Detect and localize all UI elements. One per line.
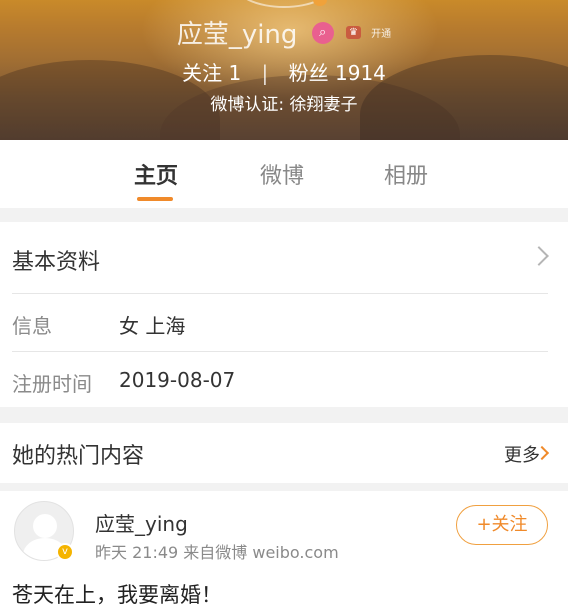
- registration-label: 注册时间: [12, 372, 92, 396]
- info-row-registration: 注册时间 2019-08-07: [0, 352, 568, 410]
- tab-weibo[interactable]: 微博: [256, 158, 308, 190]
- followers-label: 粉丝: [288, 61, 329, 85]
- profile-banner: 应莹_ying ⌕ ♛ 开通 关注 1 | 粉丝 1914 微博认证: 徐翔妻子: [0, 0, 568, 140]
- tab-album[interactable]: 相册: [380, 158, 432, 190]
- chevron-right-icon: [529, 246, 549, 266]
- profile-name: 应莹_ying: [176, 20, 298, 50]
- section-separator: [0, 407, 568, 423]
- hot-content-title: 她的热门内容: [12, 444, 145, 469]
- profile-tabs: 主页 微博 相册: [0, 140, 568, 208]
- profile-stats: 关注 1 | 粉丝 1914: [0, 57, 568, 86]
- hot-content-header: 她的热门内容 更多: [0, 423, 568, 483]
- search-icon[interactable]: ⌕: [311, 21, 334, 44]
- info-label: 信息: [12, 314, 52, 338]
- followers-count: 1914: [335, 61, 386, 85]
- vip-badge-icon[interactable]: ♛: [345, 26, 361, 39]
- verified-badge-icon: v: [56, 543, 74, 561]
- section-separator: [0, 483, 568, 491]
- basic-info-title: 基本资料: [12, 250, 101, 275]
- avatar-placeholder-head: [33, 514, 57, 538]
- info-row-gender-location: 信息 女 上海: [0, 294, 568, 352]
- follow-button[interactable]: +关注: [456, 505, 548, 545]
- post-meta: 昨天 21:49 来自微博 weibo.com: [95, 543, 339, 562]
- profile-name-row: 应莹_ying ⌕ ♛ 开通: [0, 14, 568, 51]
- more-link[interactable]: 更多: [504, 441, 540, 467]
- following-link[interactable]: 关注 1: [182, 61, 247, 85]
- active-tab-indicator: [137, 197, 173, 201]
- tab-home[interactable]: 主页: [130, 158, 182, 190]
- stats-separator: |: [261, 61, 269, 85]
- post-text[interactable]: 苍天在上，我要离婚！: [12, 579, 222, 609]
- info-value: 女 上海: [119, 314, 186, 338]
- followers-link[interactable]: 粉丝 1914: [289, 61, 386, 85]
- registration-date: 2019-08-07: [119, 368, 236, 392]
- vip-open-label[interactable]: 开通: [371, 29, 391, 40]
- section-separator: [0, 208, 568, 222]
- basic-info-header[interactable]: 基本资料: [0, 222, 568, 294]
- post-author-name[interactable]: 应莹_ying: [95, 508, 188, 537]
- post-card[interactable]: v 应莹_ying 昨天 21:49 来自微博 weibo.com +关注 苍天…: [0, 491, 568, 613]
- following-count: 1: [228, 61, 242, 85]
- following-label: 关注: [182, 61, 223, 85]
- verification-text: 微博认证: 徐翔妻子: [210, 95, 358, 115]
